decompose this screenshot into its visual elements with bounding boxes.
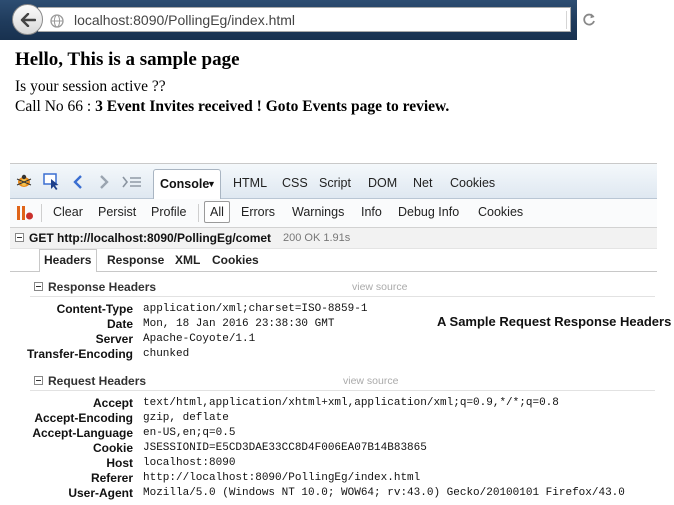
globe-icon — [50, 14, 64, 28]
request-header-value: Mozilla/5.0 (Windows NT 10.0; WOW64; rv:… — [143, 487, 625, 499]
response-headers-title: Response Headers — [48, 280, 157, 294]
request-header-name: Accept — [92, 396, 133, 410]
request-header-name: Cookie — [92, 441, 133, 455]
section-divider — [30, 296, 655, 297]
request-header-name: User-Agent — [68, 486, 133, 500]
request-header-value: gzip, deflate — [143, 412, 229, 424]
response-header-name: Content-Type — [56, 302, 133, 316]
response-view-source-link[interactable]: view source — [352, 281, 407, 293]
response-header-value: chunked — [143, 348, 190, 360]
session-question: Is your session active ?? — [15, 78, 166, 95]
sub-tab-response[interactable]: Response — [107, 253, 164, 267]
address-bar[interactable]: localhost:8090/PollingEg/index.html — [38, 7, 595, 32]
filter-cookies-button[interactable]: Cookies — [478, 205, 523, 219]
collapse-response-headers-icon[interactable] — [34, 282, 43, 291]
chevron-down-icon[interactable]: ▼ — [207, 179, 216, 189]
console-filter-bar: Clear Persist Profile All Errors Warning… — [10, 199, 657, 228]
back-arrow-icon — [20, 12, 36, 27]
toolbar-separator — [41, 204, 42, 222]
response-header-name: Date — [106, 317, 133, 331]
request-status: 200 OK 1.91s — [283, 232, 351, 244]
sub-tab-headers[interactable]: Headers — [44, 253, 91, 267]
request-header-value: localhost:8090 — [143, 457, 236, 469]
request-header-value: JSESSIONID=E5CD3DAE33CC8D4F006EA07B14B83… — [143, 442, 427, 454]
response-header-value: Mon, 18 Jan 2016 23:38:30 GMT — [143, 318, 335, 330]
request-sub-tabs: Headers Response XML Cookies — [10, 249, 657, 272]
response-header-name: Transfer-Encoding — [26, 347, 133, 361]
sub-tab-cookies[interactable]: Cookies — [212, 253, 259, 267]
tab-html[interactable]: HTML — [233, 176, 267, 190]
tab-dom[interactable]: DOM — [368, 176, 397, 190]
request-row[interactable]: GET http://localhost:8090/PollingEg/come… — [10, 228, 657, 249]
request-summary: GET http://localhost:8090/PollingEg/come… — [29, 231, 272, 245]
tab-console[interactable]: Console ▼ — [153, 169, 221, 199]
sub-tab-xml[interactable]: XML — [175, 253, 200, 267]
request-header-value: http://localhost:8090/PollingEg/index.ht… — [143, 472, 421, 484]
firebug-panel: Console ▼ HTML CSS Script DOM Net Cookie… — [10, 163, 657, 505]
url-text: localhost:8090/PollingEg/index.html — [74, 12, 296, 28]
forward-nav-icon[interactable] — [99, 175, 109, 189]
collapse-request-headers-icon[interactable] — [34, 376, 43, 385]
response-header-value: Apache-Coyote/1.1 — [143, 333, 256, 345]
annotation-label: A Sample Request Response Headers — [437, 314, 672, 329]
persist-button[interactable]: Persist — [98, 205, 136, 219]
filter-debug-info-button[interactable]: Debug Info — [398, 205, 459, 219]
response-header-name: Server — [95, 332, 133, 346]
call-message: 3 Event Invites received ! Goto Events p… — [95, 98, 450, 115]
call-status-line: Call No 66 : 3 Event Invites received ! … — [15, 98, 449, 116]
tab-script[interactable]: Script — [319, 176, 351, 190]
browser-toolbar: localhost:8090/PollingEg/index.html — [0, 0, 595, 40]
request-view-source-link[interactable]: view source — [343, 375, 398, 387]
pause-break-icon[interactable] — [16, 205, 34, 221]
request-header-name: Referer — [90, 471, 133, 485]
request-headers-title: Request Headers — [48, 374, 147, 388]
request-header-value: en-US,en;q=0.5 — [143, 427, 236, 439]
clear-button[interactable]: Clear — [53, 205, 83, 219]
filter-errors-button[interactable]: Errors — [241, 205, 275, 219]
filter-info-button[interactable]: Info — [361, 205, 382, 219]
firebug-main-toolbar: Console ▼ HTML CSS Script DOM Net Cookie… — [10, 164, 657, 199]
collapse-icon[interactable] — [15, 233, 24, 242]
response-header-value: application/xml;charset=ISO-8859-1 — [143, 303, 368, 315]
inspect-element-icon[interactable] — [43, 173, 61, 190]
tab-css[interactable]: CSS — [282, 176, 308, 190]
filter-all-label: All — [210, 205, 224, 219]
back-nav-icon[interactable] — [73, 175, 83, 189]
tab-net[interactable]: Net — [413, 176, 432, 190]
toolbar-separator — [198, 204, 199, 222]
firebug-bug-icon[interactable] — [15, 173, 33, 189]
filter-all-button[interactable]: All — [204, 201, 230, 223]
url-divider — [566, 11, 567, 29]
request-header-value: text/html,application/xhtml+xml,applicat… — [143, 397, 559, 409]
profile-button[interactable]: Profile — [151, 205, 186, 219]
request-header-name: Accept-Encoding — [34, 411, 133, 425]
tab-cookies[interactable]: Cookies — [450, 176, 495, 190]
reload-icon[interactable] — [582, 12, 596, 28]
page-heading: Hello, This is a sample page — [15, 49, 240, 70]
section-divider — [30, 390, 655, 391]
call-prefix: Call No 66 : — [15, 98, 96, 115]
request-header-name: Accept-Language — [32, 426, 133, 440]
tab-console-label: Console — [160, 177, 210, 191]
filter-warnings-button[interactable]: Warnings — [292, 205, 344, 219]
request-header-name: Host — [106, 456, 133, 470]
command-line-icon[interactable] — [122, 176, 142, 188]
back-button[interactable] — [12, 4, 43, 35]
